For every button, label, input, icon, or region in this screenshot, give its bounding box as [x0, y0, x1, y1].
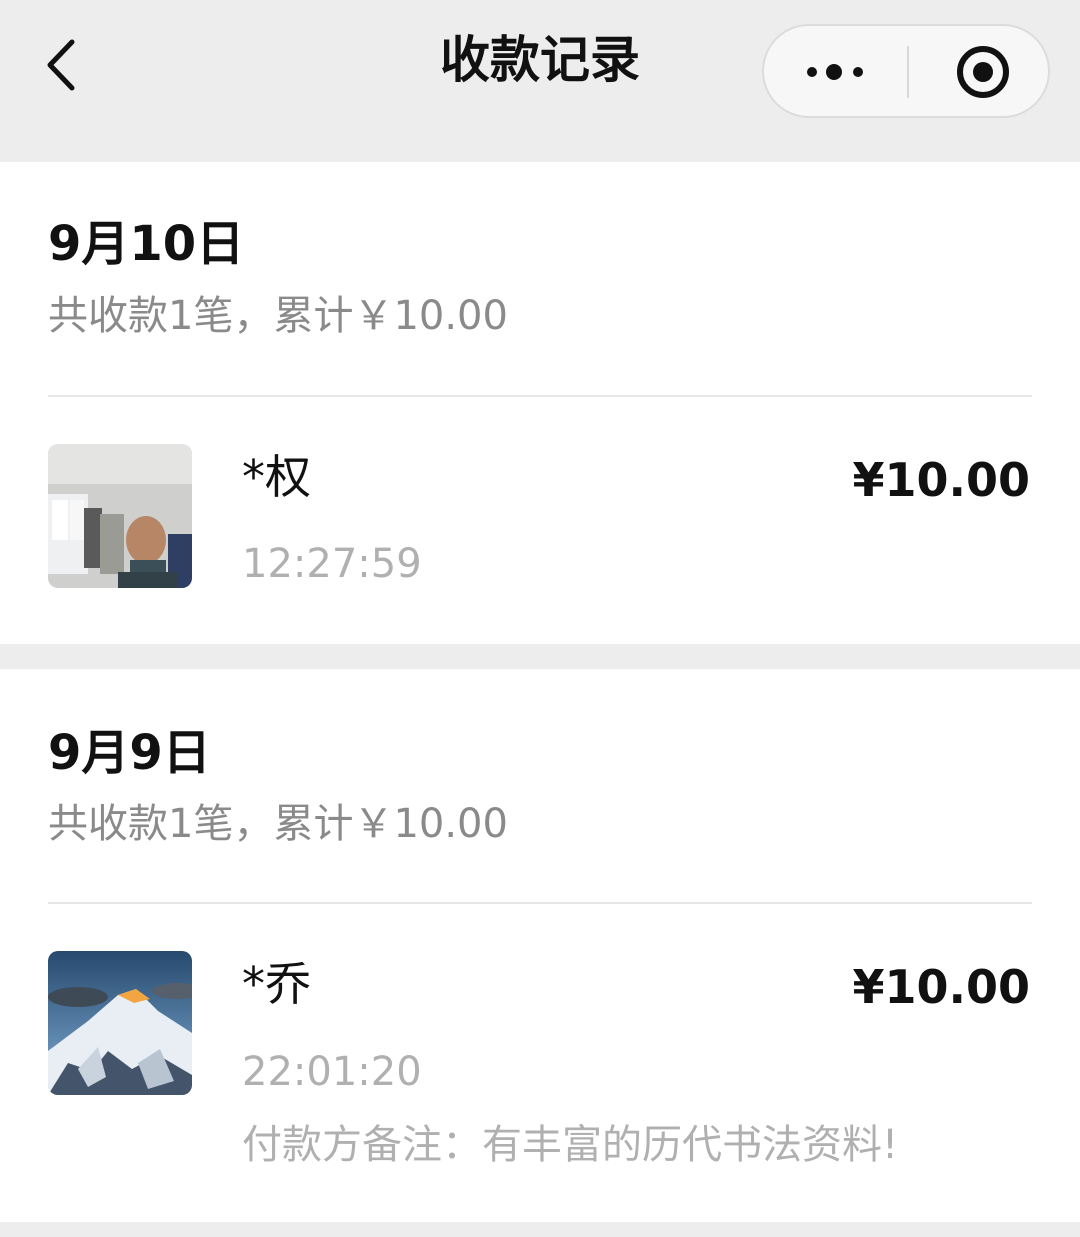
- payment-time: 12:27:59: [242, 541, 422, 587]
- more-dots-icon: [807, 64, 863, 80]
- nav-bar: 收款记录: [0, 0, 1080, 160]
- payer-name: *权: [242, 450, 311, 504]
- divider: [48, 395, 1032, 397]
- payment-amount: ¥10.00: [852, 960, 1030, 1014]
- payer-remark: 付款方备注：有丰富的历代书法资料!: [242, 1122, 899, 1168]
- date-group: 9月9日 共收款1笔，累计￥10.00 *乔 ¥10.00 22:01:20 付…: [0, 669, 1080, 1222]
- payment-amount: ¥10.00: [852, 453, 1030, 507]
- payer-avatar: [48, 951, 192, 1095]
- mini-program-capsule: [762, 24, 1050, 118]
- payer-avatar: [48, 444, 192, 588]
- avatar-photo-mountain: [48, 951, 192, 1095]
- date-group: 9月10日 共收款1笔，累计￥10.00 *权 ¥10.00 12:27:59: [0, 162, 1080, 644]
- chevron-left-icon: [47, 39, 75, 91]
- payer-name: *乔: [242, 957, 311, 1011]
- group-date: 9月9日: [48, 725, 211, 781]
- group-summary: 共收款1笔，累计￥10.00: [48, 801, 508, 847]
- divider: [48, 902, 1032, 904]
- page-title: 收款记录: [440, 31, 640, 89]
- payment-time: 22:01:20: [242, 1049, 422, 1095]
- group-summary: 共收款1笔，累计￥10.00: [48, 293, 508, 339]
- more-button[interactable]: [764, 26, 907, 116]
- target-close-icon: [957, 46, 1009, 98]
- avatar-photo-man: [48, 444, 192, 588]
- close-button[interactable]: [909, 26, 1050, 116]
- back-button[interactable]: [36, 30, 96, 100]
- group-date: 9月10日: [48, 216, 245, 272]
